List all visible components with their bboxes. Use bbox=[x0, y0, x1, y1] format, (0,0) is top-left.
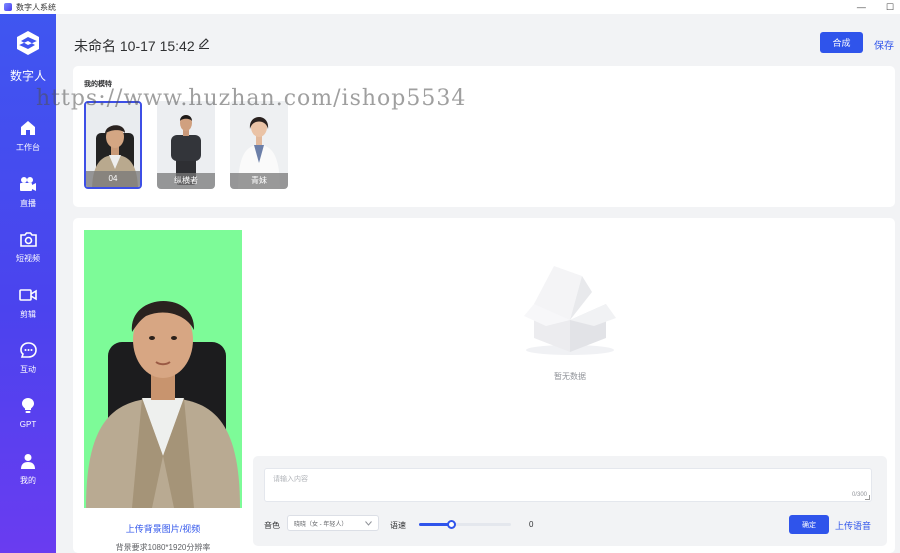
edit-icon[interactable] bbox=[198, 37, 210, 49]
header: 未命名 10-17 15:42 合成 保存 bbox=[56, 14, 900, 66]
sidebar-item-label: 剪辑 bbox=[20, 310, 36, 319]
chevron-down-icon bbox=[365, 520, 372, 526]
save-button[interactable]: 保存 bbox=[874, 37, 894, 52]
sidebar-item-live[interactable]: 直播 bbox=[0, 176, 56, 209]
window-title: 数字人系统 bbox=[16, 2, 56, 12]
sidebar-item-label: 短视频 bbox=[16, 254, 40, 263]
speed-slider[interactable] bbox=[419, 520, 511, 529]
sidebar-item-label: 工作台 bbox=[16, 143, 40, 152]
chat-icon bbox=[19, 342, 37, 358]
speed-slider-handle[interactable] bbox=[446, 520, 456, 529]
empty-box-icon bbox=[524, 266, 616, 355]
voice-select-value: 晓晓（女 - 年轻人） bbox=[294, 521, 348, 528]
sidebar-item-profile[interactable]: 我的 bbox=[0, 453, 56, 486]
window-controls: — ☐ bbox=[857, 0, 894, 14]
model-name: 纵横者 bbox=[157, 173, 215, 189]
minimize-button[interactable]: — bbox=[857, 2, 866, 12]
sidebar-item-short-video[interactable]: 短视频 bbox=[0, 231, 56, 264]
upload-background-link[interactable]: 上传背景图片/视频 bbox=[84, 522, 242, 535]
voice-select[interactable]: 晓晓（女 - 年轻人） bbox=[287, 515, 379, 531]
video-camera-icon bbox=[20, 177, 36, 191]
sidebar: 数字人 工作台 直播 短视频 剪辑 互动 GPT 我的 bbox=[0, 14, 56, 553]
model-card[interactable]: 青妹 bbox=[230, 101, 288, 189]
window-titlebar: 数字人系统 — ☐ bbox=[0, 0, 900, 14]
sidebar-item-label: 我的 bbox=[20, 476, 36, 485]
textarea-placeholder: 请输入内容 bbox=[273, 476, 308, 483]
app-icon bbox=[4, 3, 12, 11]
maximize-button[interactable]: ☐ bbox=[886, 2, 894, 13]
voice-label: 音色 bbox=[264, 521, 280, 530]
app-logo: 数字人 bbox=[0, 30, 56, 84]
sidebar-item-label: GPT bbox=[19, 420, 37, 429]
sidebar-item-label: 互动 bbox=[20, 365, 36, 374]
avatar-preview-image bbox=[84, 230, 242, 508]
page-title: 未命名 10-17 15:42 bbox=[74, 38, 195, 54]
background-requirement: 背景要求1080*1920分辨率 bbox=[115, 543, 211, 552]
logo-text: 数字人 bbox=[9, 69, 46, 83]
model-name: 04 bbox=[86, 171, 140, 187]
resize-handle[interactable] bbox=[865, 495, 870, 500]
sidebar-item-gpt[interactable]: GPT bbox=[0, 397, 56, 429]
upload-voice-link[interactable]: 上传语音 bbox=[835, 519, 871, 532]
section-title: 我的模特 bbox=[84, 81, 112, 88]
my-models-card: 我的模特 04 纵横者 青妹 bbox=[73, 66, 895, 207]
editor-card: 上传背景图片/视频 背景要求1080*1920分辨率 暂无数据 请输入内容 0/… bbox=[73, 218, 895, 553]
sidebar-item-workbench[interactable]: 工作台 bbox=[0, 120, 56, 153]
home-icon bbox=[21, 121, 35, 135]
empty-state-text: 暂无数据 bbox=[554, 372, 586, 381]
speed-label: 语速 bbox=[390, 521, 406, 530]
sidebar-item-editing[interactable]: 剪辑 bbox=[0, 287, 56, 320]
confirm-button[interactable]: 确定 bbox=[789, 515, 829, 534]
script-input-panel: 请输入内容 0/300 音色 晓晓（女 - 年轻人） 语速 0 确定 上传语音 bbox=[253, 456, 887, 546]
video-icon bbox=[19, 289, 37, 301]
model-card[interactable]: 04 bbox=[84, 101, 142, 189]
video-preview[interactable] bbox=[84, 230, 242, 508]
user-icon bbox=[21, 454, 35, 469]
empty-state: 暂无数据 bbox=[515, 258, 625, 382]
compose-button[interactable]: 合成 bbox=[820, 32, 863, 53]
bulb-icon bbox=[22, 398, 34, 413]
model-card[interactable]: 纵横者 bbox=[157, 101, 215, 189]
model-name: 青妹 bbox=[230, 173, 288, 189]
sidebar-item-label: 直播 bbox=[20, 199, 36, 208]
speed-value: 0 bbox=[529, 520, 534, 529]
camera-icon bbox=[19, 232, 37, 247]
script-textarea[interactable]: 请输入内容 0/300 bbox=[264, 468, 872, 502]
logo-mark-icon bbox=[17, 31, 39, 55]
sidebar-item-interaction[interactable]: 互动 bbox=[0, 342, 56, 375]
